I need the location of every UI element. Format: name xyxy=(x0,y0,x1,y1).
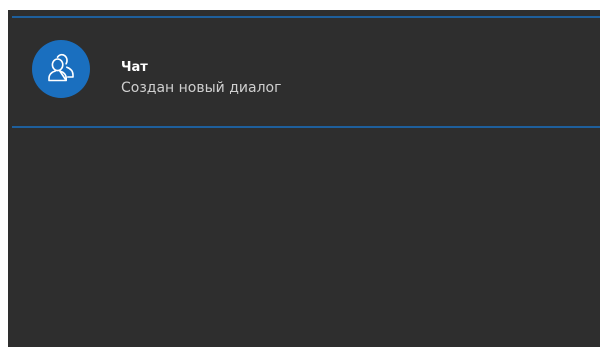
notification-title: Чат xyxy=(121,60,148,75)
notification-message: Создан новый диалог xyxy=(121,80,282,96)
divider-bottom xyxy=(12,126,600,128)
group-users-icon xyxy=(48,53,74,82)
chat-notification[interactable]: Чат Создан новый диалог xyxy=(8,18,600,126)
notification-panel: Чат Создан новый диалог xyxy=(8,10,600,347)
chat-avatar xyxy=(32,40,90,98)
